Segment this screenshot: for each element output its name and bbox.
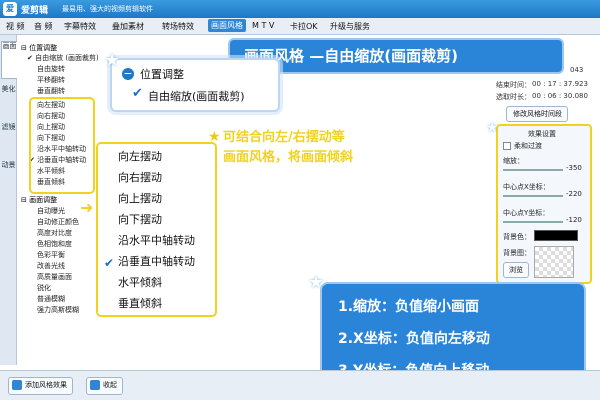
arrow-icon: ➜ (80, 198, 94, 217)
menu-item-karaoke[interactable]: 卡拉OK (290, 21, 318, 32)
side-tab-beauty[interactable]: 美化 (1, 85, 16, 115)
time-info-panel: 043 结束时间： 00 : 17 : 37.923 选取时长： 00 : 06… (492, 60, 600, 122)
tree-group-position[interactable]: ⊟ 位置调整 (21, 43, 57, 53)
end-time-label: 结束时间： (496, 81, 531, 89)
menu-item-mtv[interactable]: M T V (252, 21, 274, 30)
motion-option[interactable]: 向左摆动 (118, 148, 162, 164)
bg-color-label: 背景色： (503, 233, 531, 241)
motion-option[interactable]: 水平倾斜 (118, 274, 162, 290)
center-y-value[interactable]: -120 (566, 216, 582, 224)
bg-color-picker[interactable] (534, 230, 578, 241)
check-icon: ✔ (104, 256, 115, 270)
menu-item-style[interactable]: 画面风格 (208, 19, 246, 32)
tree-item[interactable]: 平移翻转 (37, 75, 65, 85)
menu-item-video[interactable]: 视 频 (6, 21, 25, 32)
motion-option[interactable]: 垂直倾斜 (118, 295, 162, 311)
soft-edge-label: 柔和过渡 (514, 142, 542, 150)
tree-group-label: 画面调整 (29, 196, 58, 204)
menu-bar: 视 频 音 频 字幕特效 叠加素材 转场特效 画面风格 M T V 卡拉OK 升… (0, 18, 600, 35)
zoom-value[interactable]: -350 (566, 164, 582, 172)
motion-option[interactable]: 沿水平中轴转动 (118, 232, 195, 248)
collapse-icon (90, 380, 100, 390)
collapse-button[interactable]: 收起 (86, 377, 123, 395)
callout-item-label: 自由缩放(画面裁剪) (148, 90, 245, 103)
tree-item[interactable]: 改善光线 (37, 261, 65, 271)
app-logo-icon: 爱 (3, 2, 17, 16)
menu-item-audio[interactable]: 音 频 (34, 21, 53, 32)
tree-group-label: 位置调整 (29, 44, 58, 52)
collapse-label: 收起 (103, 381, 117, 389)
pick-duration-label: 选取时长： (496, 93, 531, 101)
tree-item-selected[interactable]: ✔ 自由缩放 (画面裁剪) (27, 53, 99, 63)
tree-item[interactable]: 垂直翻转 (37, 86, 65, 96)
motion-option[interactable]: 向右摆动 (118, 169, 162, 185)
center-x-label: 中心点X坐标： (503, 183, 550, 191)
side-tab-filter[interactable]: 滤镜 (1, 123, 16, 153)
tip-x-coord: 2.X坐标：负值向左移动 (338, 331, 490, 347)
app-name: 爱剪辑 (21, 6, 49, 16)
tree-item[interactable]: 高质量画面 (37, 272, 72, 282)
tree-group-adjust[interactable]: ⊟ 画面调整 (21, 195, 57, 205)
collapse-icon: − (122, 67, 134, 80)
tree-item[interactable]: 自由旋转 (37, 64, 65, 74)
tree-selected-label: 自由缩放 (画面裁剪) (35, 54, 99, 62)
tree-item[interactable]: 色相饱和度 (37, 239, 72, 249)
motion-option[interactable]: 向上摆动 (118, 190, 162, 206)
tip-line-1: 可结合向左/右摆动等 (223, 130, 345, 145)
motion-option[interactable]: 向下摆动 (118, 211, 162, 227)
end-time-value: 00 : 17 : 37.923 (532, 80, 588, 88)
app-slogan: 最易用、强大的视频剪辑软件 (62, 5, 153, 13)
check-icon: ✔ (132, 86, 143, 101)
tip-zoom: 1.缩放：负值缩小画面 (338, 299, 480, 315)
bg-image-preview (534, 246, 574, 278)
callout-position: − 位置调整 ✔ 自由缩放(画面裁剪) (110, 58, 280, 112)
side-tab-motion[interactable]: 动景 (1, 161, 16, 191)
center-x-value[interactable]: -220 (566, 190, 582, 198)
tree-item[interactable]: 高度对比度 (37, 228, 72, 238)
center-y-slider[interactable] (503, 221, 563, 223)
pick-duration-value: 00 : 06 : 30.080 (532, 92, 588, 100)
tip-line-2: 画面风格，将画面倾斜 (223, 150, 354, 165)
center-x-slider[interactable] (503, 195, 563, 197)
menu-item-overlay[interactable]: 叠加素材 (112, 21, 144, 32)
tree-item[interactable]: 自动曝光 (37, 206, 65, 216)
star-icon: ★ (308, 272, 325, 293)
browse-button[interactable]: 浏览 (503, 262, 529, 278)
center-y-label: 中心点Y坐标： (503, 209, 550, 217)
star-icon: ★ (104, 50, 121, 71)
side-tabs: 画面 美化 滤镜 动景 (0, 35, 18, 365)
tree-item[interactable]: 普通模糊 (37, 294, 65, 304)
tree-item[interactable]: 色彩平衡 (37, 250, 65, 260)
side-tab-picture[interactable]: 画面 (1, 41, 18, 79)
star-icon: ★ (486, 120, 499, 136)
soft-edge-checkbox[interactable] (503, 142, 511, 150)
add-icon (12, 380, 22, 390)
effect-panel-title: 效果设置 (528, 130, 556, 138)
menu-item-upgrade[interactable]: 升级与服务 (330, 21, 370, 32)
menu-item-transition[interactable]: 转场特效 (162, 21, 194, 32)
motion-options-list: 向左摆动 向右摆动 向上摆动 向下摆动 沿水平中轴转动 ✔ 沿垂直中轴转动 水平… (96, 142, 217, 317)
bottom-toolbar: 添加风格效果 收起 (0, 370, 600, 400)
highlight-box-motion (29, 97, 95, 194)
title-bar: 爱 爱剪辑 最易用、强大的视频剪辑软件 (0, 0, 600, 18)
zoom-slider[interactable] (503, 169, 563, 171)
effect-settings-panel: 效果设置 柔和过渡 缩放： -350 中心点X坐标： -220 中心点Y坐标： … (496, 124, 592, 284)
menu-item-subtitle[interactable]: 字幕特效 (64, 21, 96, 32)
tree-item[interactable]: 自动修正颜色 (37, 217, 79, 227)
zoom-label: 缩放： (503, 157, 524, 165)
add-style-effect-button[interactable]: 添加风格效果 (8, 377, 73, 395)
motion-option-checked[interactable]: 沿垂直中轴转动 (118, 253, 195, 269)
tip-annotation: 可结合向左/右摆动等 画面风格，将画面倾斜 (205, 128, 445, 168)
modify-time-button[interactable]: 修改风格时间段 (506, 106, 568, 122)
tree-item[interactable]: 锐化 (37, 283, 51, 293)
add-style-effect-label: 添加风格效果 (25, 381, 67, 389)
tree-item[interactable]: 强力高斯模糊 (37, 305, 79, 315)
time-value: 043 (570, 66, 584, 74)
callout-group-label: 位置调整 (140, 68, 184, 81)
bg-image-label: 背景图： (503, 249, 531, 257)
